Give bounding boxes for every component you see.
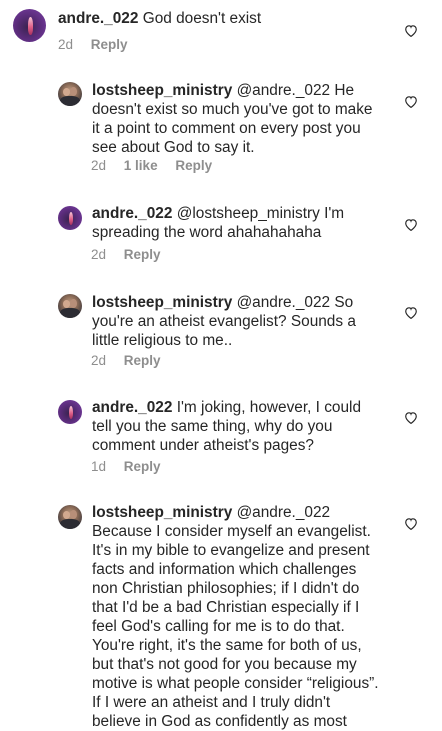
like-heart-icon[interactable] — [404, 517, 418, 530]
comment-line: facts and information which challenges — [92, 561, 357, 578]
comment-line: feel God's calling for me is to do that. — [92, 618, 345, 635]
comment-line: believe in God as confidently as most — [92, 713, 347, 730]
avatar[interactable] — [13, 9, 46, 42]
comment-line: motive is what people consider “religiou… — [92, 675, 379, 692]
avatar[interactable] — [58, 294, 82, 318]
reply-button[interactable]: Reply — [124, 459, 161, 474]
reply-button[interactable]: Reply — [175, 158, 212, 173]
comment-line: It's in my bible to evangelize and prese… — [92, 542, 370, 559]
comment-line: Because I consider myself an evangelist. — [92, 523, 371, 540]
comment-line: @andre._022 — [236, 504, 331, 521]
comment-time: 2d — [91, 353, 107, 368]
comment-meta: 1d Reply — [91, 459, 161, 474]
comment-line: it a point to comment on every post you — [92, 120, 361, 137]
comment-time: 1d — [91, 459, 107, 474]
avatar[interactable] — [58, 82, 82, 106]
username[interactable]: lostsheep_ministry — [92, 504, 232, 521]
comment-line: that I'd be a bad Christian especially i… — [92, 599, 360, 616]
like-heart-icon[interactable] — [404, 24, 418, 37]
reply-button[interactable]: Reply — [124, 247, 161, 262]
username[interactable]: andre._022 — [92, 399, 172, 416]
avatar[interactable] — [58, 505, 82, 529]
comment-line: doesn't exist so much you've got to make — [92, 101, 373, 118]
reply-button[interactable]: Reply — [91, 37, 128, 52]
comment-line: non Christian philosophies; if I didn't … — [92, 580, 360, 597]
comment-meta: 2d Reply — [91, 353, 161, 368]
avatar[interactable] — [58, 400, 82, 424]
avatar[interactable] — [58, 206, 82, 230]
comment-time: 2d — [58, 37, 74, 52]
comment-text: andre._022 I'm joking, however, I could … — [92, 398, 361, 455]
comment-line: but that's not good for you because my — [92, 656, 357, 673]
comment-line: @andre._022 So — [236, 294, 354, 311]
username[interactable]: lostsheep_ministry — [92, 82, 232, 99]
comment-line: God doesn't exist — [142, 10, 262, 27]
comment-text: lostsheep_ministry @andre._022 He doesn'… — [92, 81, 373, 157]
flame-logo-icon — [68, 211, 73, 225]
comment-line: If I were an atheist and I truly didn't — [92, 694, 331, 711]
likes-count[interactable]: 1 like — [124, 158, 158, 173]
like-heart-icon[interactable] — [404, 411, 418, 424]
comment-line: @lostsheep_ministry I'm — [176, 205, 345, 222]
username[interactable]: lostsheep_ministry — [92, 294, 232, 311]
comment-line: you're an atheist evangelist? Sounds a — [92, 313, 356, 330]
like-heart-icon[interactable] — [404, 218, 418, 231]
comment-meta: 2d Reply — [91, 247, 161, 262]
comment-line: tell you the same thing, why do you — [92, 418, 333, 435]
username[interactable]: andre._022 — [58, 10, 138, 27]
comment-text: andre._022 @lostsheep_ministry I'm sprea… — [92, 204, 344, 242]
reply-button[interactable]: Reply — [124, 353, 161, 368]
comment-line: comment under atheist's pages? — [92, 437, 314, 454]
comment-line: spreading the word ahahahahaha — [92, 224, 322, 241]
comment-line: see about God to say it. — [92, 139, 255, 156]
comment-meta: 2d 1 like Reply — [91, 158, 212, 173]
flame-logo-icon — [68, 405, 73, 419]
comment-time: 2d — [91, 158, 107, 173]
comment-text: andre._022 God doesn't exist — [58, 9, 261, 28]
like-heart-icon[interactable] — [404, 95, 418, 108]
comment-meta: 2d Reply — [58, 37, 128, 52]
comment-line: little religious to me.. — [92, 332, 233, 349]
flame-logo-icon — [27, 16, 34, 35]
comment-text: lostsheep_ministry @andre._022 So you're… — [92, 293, 356, 350]
comment-time: 2d — [91, 247, 107, 262]
comment-line: You're right, it's the same for both of … — [92, 637, 362, 654]
comment-line: @andre._022 He — [236, 82, 355, 99]
comment-line: I'm joking, however, I could — [176, 399, 362, 416]
like-heart-icon[interactable] — [404, 306, 418, 319]
username[interactable]: andre._022 — [92, 205, 172, 222]
comment-text: lostsheep_ministry @andre._022 Because I… — [92, 503, 379, 731]
